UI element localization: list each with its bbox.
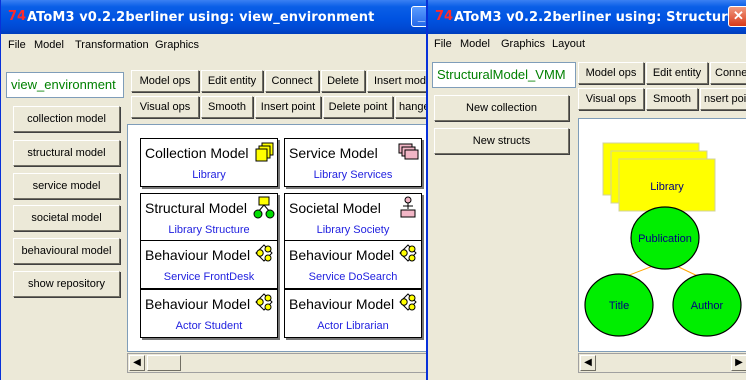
card-subtitle: Library Society [316, 224, 390, 236]
card-title: Service Model [289, 145, 378, 161]
new-collection-button[interactable]: New collection [434, 95, 569, 121]
card-behaviour-librarian[interactable]: Behaviour Model Actor Librarian [284, 289, 422, 338]
card-title: Collection Model [145, 145, 249, 161]
window1-title: AToM3 v0.2.2berliner using: view_environ… [27, 10, 375, 25]
card-title: Structural Model [145, 200, 247, 216]
smooth-button[interactable]: Smooth [201, 96, 253, 118]
behaviour-icon [399, 293, 417, 311]
menu-graphics[interactable]: Graphics [155, 39, 199, 51]
delete-point-button[interactable]: Delete point [323, 96, 393, 118]
collection-model-button[interactable]: collection model [13, 106, 120, 132]
window2-titlebar[interactable]: 74 AToM3 v0.2.2berliner using: Structura… [428, 0, 746, 34]
service-model-button[interactable]: service model [13, 173, 120, 199]
visual-ops-button[interactable]: Visual ops [578, 88, 644, 110]
scroll-left-arrow-icon[interactable]: ◀ [129, 355, 145, 371]
card-collection-model[interactable]: Collection Model Library [140, 138, 278, 187]
show-repository-button[interactable]: show repository [13, 271, 120, 297]
scroll-thumb[interactable] [147, 355, 181, 371]
service-icon [398, 143, 419, 160]
collection-icon [255, 142, 274, 162]
model-canvas[interactable]: Collection Model Library Service Model L… [127, 124, 430, 352]
smooth-button[interactable]: Smooth [646, 88, 698, 110]
behaviour-icon [399, 244, 417, 262]
insert-point-button[interactable]: Insert point [255, 96, 321, 118]
card-behaviour-student[interactable]: Behaviour Model Actor Student [140, 289, 278, 338]
card-title: Behaviour Model [289, 247, 395, 263]
card-subtitle: Library Structure [168, 224, 250, 236]
close-button[interactable]: ✕ [728, 6, 746, 27]
behaviour-icon [255, 293, 273, 311]
card-behaviour-dosearch[interactable]: Behaviour Model Service DoSearch [284, 240, 422, 289]
menu-file[interactable]: File [434, 38, 452, 50]
behavioural-model-button[interactable]: behavioural model [13, 238, 120, 264]
connect-button[interactable]: Connect [710, 62, 746, 84]
scroll-right-arrow-icon[interactable]: ▶ [731, 355, 746, 371]
card-subtitle: Library Services [313, 169, 393, 181]
menu-model[interactable]: Model [34, 39, 64, 51]
window1-menubar: File Model Transformation Graphics [1, 34, 430, 56]
view-environment-window: 74 AToM3 v0.2.2berliner using: view_envi… [0, 0, 430, 380]
change-connector-button[interactable]: hange conne [395, 96, 430, 118]
card-behaviour-frontdesk[interactable]: Behaviour Model Service FrontDesk [140, 240, 278, 289]
menu-transformation[interactable]: Transformation [75, 39, 149, 51]
atom3-logo-icon: 74 [435, 9, 454, 24]
card-title: Societal Model [289, 200, 381, 216]
model-name-field[interactable]: view_environment [6, 72, 124, 98]
card-title: Behaviour Model [145, 247, 251, 263]
menu-model[interactable]: Model [460, 38, 490, 50]
diagram-canvas[interactable]: Library Publication Title Author [578, 118, 746, 352]
new-structs-button[interactable]: New structs [434, 128, 569, 154]
library-label: Library [650, 181, 684, 193]
insert-point-button[interactable]: nsert point [700, 88, 746, 110]
author-label: Author [691, 300, 724, 312]
card-subtitle: Actor Student [175, 320, 243, 332]
card-subtitle: Service FrontDesk [163, 271, 255, 283]
menu-graphics[interactable]: Graphics [501, 38, 545, 50]
card-subtitle: Library [192, 169, 226, 181]
societal-icon [400, 196, 416, 218]
card-subtitle: Actor Librarian [317, 320, 389, 332]
publication-label: Publication [638, 233, 692, 245]
structural-icon [253, 196, 275, 219]
edit-entity-button[interactable]: Edit entity [646, 62, 708, 84]
menu-file[interactable]: File [8, 39, 26, 51]
edit-entity-button[interactable]: Edit entity [201, 70, 263, 92]
structure-diagram: Library Publication Title Author [584, 142, 742, 337]
card-subtitle: Service DoSearch [308, 271, 398, 283]
window2-menubar: File Model Graphics Layout [428, 34, 746, 56]
horizontal-scrollbar[interactable]: ◀ ▶ [578, 353, 746, 373]
card-service-model[interactable]: Service Model Library Services [284, 138, 422, 187]
structural-model-button[interactable]: structural model [13, 140, 120, 166]
behaviour-icon [255, 244, 273, 262]
model-ops-button[interactable]: Model ops [578, 62, 644, 84]
visual-ops-button[interactable]: Visual ops [131, 96, 199, 118]
societal-model-button[interactable]: societal model [13, 205, 120, 231]
model-name-field[interactable]: StructuralModel_VMM [432, 62, 576, 88]
atom3-logo-icon: 74 [8, 9, 27, 24]
card-title: Behaviour Model [145, 296, 251, 312]
scroll-left-arrow-icon[interactable]: ◀ [580, 355, 596, 371]
title-label: Title [609, 300, 629, 312]
horizontal-scrollbar[interactable]: ◀ [127, 353, 430, 373]
card-structural-model[interactable]: Structural Model Library Structure [140, 193, 278, 242]
window2-title: AToM3 v0.2.2berliner using: Structura... [454, 10, 746, 25]
delete-button[interactable]: Delete [321, 70, 365, 92]
card-title: Behaviour Model [289, 296, 395, 312]
card-societal-model[interactable]: Societal Model Library Society [284, 193, 422, 242]
insert-model-button[interactable]: Insert model [367, 70, 430, 92]
structural-model-window: 74 AToM3 v0.2.2berliner using: Structura… [426, 0, 746, 380]
menu-layout[interactable]: Layout [552, 38, 585, 50]
window1-titlebar[interactable]: 74 AToM3 v0.2.2berliner using: view_envi… [1, 0, 430, 34]
model-ops-button[interactable]: Model ops [131, 70, 199, 92]
connect-button[interactable]: Connect [265, 70, 319, 92]
